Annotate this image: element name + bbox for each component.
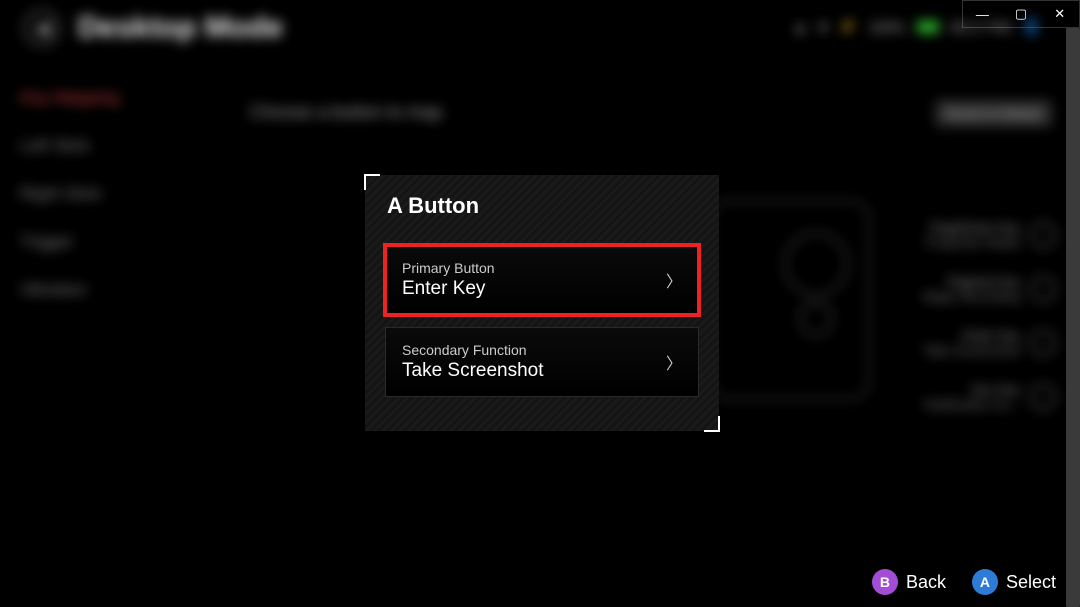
avatar-icon[interactable]: 👤 bbox=[1023, 18, 1040, 35]
mapping-function-label: Begin Recording bbox=[924, 289, 1020, 304]
mapping-item[interactable]: Enter Key Take Screenshot bbox=[923, 328, 1056, 358]
mapping-item[interactable]: PageDown Key Projection Mode bbox=[923, 220, 1056, 250]
mapping-list: PageDown Key Projection Mode PageUp Key … bbox=[923, 220, 1056, 412]
vertical-scrollbar[interactable] bbox=[1066, 28, 1080, 607]
mapping-key-label: PageDown Key bbox=[926, 220, 1020, 235]
app-header: ◀ Desktop Mode bbox=[24, 10, 283, 46]
sidebar-item-right-stick[interactable]: Right Stick bbox=[20, 184, 119, 204]
button-mapping-dialog: A Button Primary Button Enter Key 〉 Seco… bbox=[365, 175, 719, 431]
clock: 06:17 PM bbox=[951, 19, 1011, 35]
select-hint[interactable]: A Select bbox=[972, 569, 1056, 595]
mapping-function-label: Notification Ce... bbox=[925, 397, 1020, 412]
mapping-function-label: Projection Mode bbox=[926, 235, 1020, 250]
battery-icon bbox=[917, 21, 939, 33]
button-glyph-icon bbox=[1030, 384, 1056, 410]
sidebar-nav: Key Mapping Left Stick Right Stick Trigg… bbox=[20, 88, 119, 300]
reset-to-default-button[interactable]: Reset to Default bbox=[935, 100, 1052, 127]
row-caption: Secondary Function bbox=[402, 342, 544, 358]
row-value: Take Screenshot bbox=[402, 360, 544, 382]
row-caption: Primary Button bbox=[402, 260, 495, 276]
status-bar: ▲ ♥ ⚡ 100% 06:17 PM 👤 bbox=[793, 18, 1040, 35]
network-icon: ♥ bbox=[819, 19, 827, 35]
mapping-key-label: PageUp Key bbox=[924, 274, 1020, 289]
back-icon[interactable]: ◀ bbox=[24, 10, 60, 46]
chevron-right-icon: 〉 bbox=[666, 350, 682, 374]
primary-button-row[interactable]: Primary Button Enter Key 〉 bbox=[385, 245, 699, 315]
row-value: Enter Key bbox=[402, 278, 495, 300]
mapping-item[interactable]: PageUp Key Begin Recording bbox=[923, 274, 1056, 304]
chevron-right-icon: 〉 bbox=[666, 268, 682, 292]
back-hint[interactable]: B Back bbox=[872, 569, 946, 595]
bluetooth-icon: ⚡ bbox=[839, 18, 856, 35]
select-label: Select bbox=[1006, 572, 1056, 593]
button-glyph-icon bbox=[1030, 276, 1056, 302]
button-glyph-icon bbox=[1030, 222, 1056, 248]
battery-percent: 100% bbox=[869, 19, 905, 35]
sidebar-item-trigger[interactable]: Trigger bbox=[20, 232, 119, 252]
sidebar-item-key-mapping[interactable]: Key Mapping bbox=[20, 88, 119, 108]
mapping-function-label: Take Screenshot bbox=[923, 343, 1020, 358]
b-button-icon: B bbox=[872, 569, 898, 595]
scrollbar-thumb[interactable] bbox=[1066, 28, 1080, 607]
mapping-key-label: Enter Key bbox=[923, 328, 1020, 343]
dialog-title: A Button bbox=[365, 193, 719, 231]
mapping-key-label: Esc Key bbox=[925, 382, 1020, 397]
page-title: Desktop Mode bbox=[78, 11, 283, 45]
button-glyph-icon bbox=[1030, 330, 1056, 356]
controller-diagram bbox=[710, 200, 870, 400]
secondary-function-row[interactable]: Secondary Function Take Screenshot 〉 bbox=[385, 327, 699, 397]
footer-hints: B Back A Select bbox=[872, 569, 1056, 595]
wifi-icon: ▲ bbox=[793, 19, 807, 35]
mapping-item[interactable]: Esc Key Notification Ce... bbox=[923, 382, 1056, 412]
page-subtitle: Choose a button to map bbox=[250, 102, 442, 123]
a-button-icon: A bbox=[972, 569, 998, 595]
sidebar-item-vibration[interactable]: Vibration bbox=[20, 280, 119, 300]
sidebar-item-left-stick[interactable]: Left Stick bbox=[20, 136, 119, 156]
back-label: Back bbox=[906, 572, 946, 593]
